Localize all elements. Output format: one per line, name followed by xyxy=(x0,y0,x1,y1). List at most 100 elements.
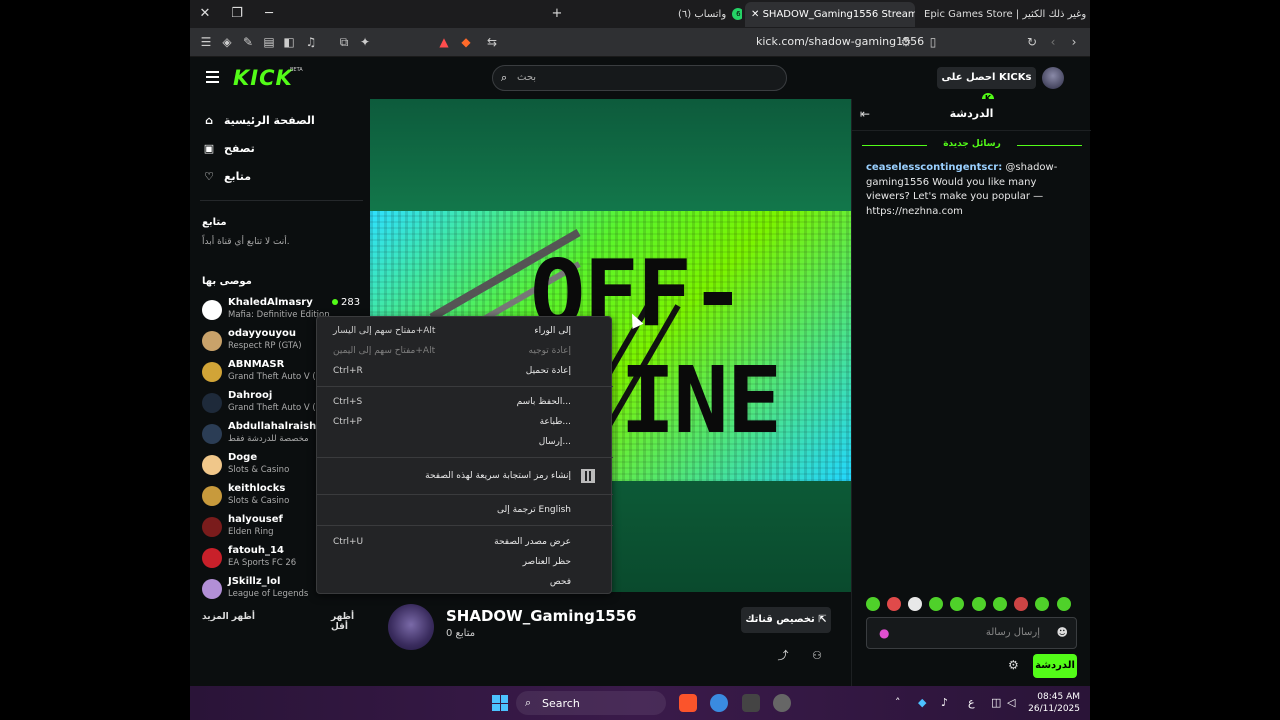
app-icon[interactable] xyxy=(710,694,728,712)
extensions-icon[interactable]: ✦ xyxy=(357,34,373,50)
emote-icon[interactable] xyxy=(993,597,1007,611)
user-avatar[interactable] xyxy=(1042,67,1064,89)
app-icon[interactable] xyxy=(773,694,791,712)
language-indicator[interactable]: ع xyxy=(968,696,975,709)
brave-browser-icon[interactable] xyxy=(679,694,697,712)
emote-bar xyxy=(866,597,1081,613)
back-arrow-icon[interactable]: ‹ xyxy=(1045,34,1061,50)
search-icon: ⌕ xyxy=(525,696,532,709)
windows-start-icon[interactable] xyxy=(492,695,508,711)
channel-avatar[interactable] xyxy=(388,604,434,650)
menu-item-reload[interactable]: إعادة تحميل Ctrl+R xyxy=(317,362,613,382)
menu-item-qr-code[interactable]: إنشاء رمز استجابة سريعة لهذه الصفحة xyxy=(317,467,613,487)
brave-shields-icon[interactable]: ◆ xyxy=(458,34,474,50)
tray-chevron-icon[interactable]: ˄ xyxy=(895,696,901,709)
new-tab-button[interactable]: + xyxy=(546,5,568,23)
recommended-heading: موصى بها xyxy=(202,276,252,287)
microphone-icon[interactable]: ● xyxy=(879,626,889,640)
channel-avatar xyxy=(202,579,222,599)
app-icon[interactable] xyxy=(742,694,760,712)
shield-icon[interactable]: ◈ xyxy=(219,34,235,50)
site-settings-icon[interactable]: ⚙ xyxy=(898,34,914,50)
live-dot-icon xyxy=(332,299,338,305)
tab-kick-stream[interactable]: ✕ SHADOW_Gaming1556 Stream - xyxy=(745,2,915,27)
share-icon[interactable]: ⤴ xyxy=(775,648,791,664)
reader-icon[interactable]: ▤ xyxy=(261,34,277,50)
close-tab-icon[interactable]: ✕ xyxy=(751,9,759,20)
wifi-icon[interactable]: ◫ xyxy=(991,696,1001,709)
emoji-icon[interactable]: ☻ xyxy=(1057,626,1068,639)
music-icon[interactable]: ♫ xyxy=(303,34,319,50)
bookmark-icon[interactable]: ▯ xyxy=(925,34,941,50)
emote-icon[interactable] xyxy=(950,597,964,611)
menu-item-label: حظر العناصر xyxy=(522,557,571,567)
nav-home[interactable]: ⌂ الصفحة الرئيسية xyxy=(202,111,315,131)
emote-icon[interactable] xyxy=(972,597,986,611)
restore-window-button[interactable]: ❐ xyxy=(226,5,248,23)
tab-whatsapp[interactable]: (٦) واتساب 6 xyxy=(672,2,742,27)
microphone-tray-icon[interactable]: ♪ xyxy=(941,696,948,709)
channel-name: fatouh_14 xyxy=(228,545,284,556)
search-input[interactable]: ⌕ بحث xyxy=(492,65,787,91)
menu-item-forward[interactable]: إعادة توجيه مفتاح سهم إلى اليمين+Alt xyxy=(317,342,613,362)
close-window-button[interactable]: ✕ xyxy=(194,5,216,23)
channel-name: KhaledAlmasry xyxy=(228,297,313,308)
menu-item-translate[interactable]: ترجمة إلى English xyxy=(317,501,613,521)
chat-username[interactable]: ceaselesscontingentscr: xyxy=(866,162,1002,173)
menu-item-save-as[interactable]: الحفظ باسم... Ctrl+S xyxy=(317,393,613,413)
site-header: KICK BETA ⌕ بحث احصل على KICKsK xyxy=(190,57,1090,105)
menu-item-block-elements[interactable]: حظر العناصر xyxy=(317,553,613,573)
menu-item-view-source[interactable]: عرض مصدر الصفحة Ctrl+U xyxy=(317,533,613,553)
channel-avatar xyxy=(202,455,222,475)
emote-icon[interactable] xyxy=(887,597,901,611)
emote-icon[interactable] xyxy=(1035,597,1049,611)
following-heading: متابع xyxy=(202,217,227,228)
minimize-window-button[interactable]: ─ xyxy=(258,5,280,23)
menu-item-back[interactable]: إلى الوراء مفتاح سهم إلى اليسار+Alt xyxy=(317,322,613,342)
network-tray-icon[interactable]: ◆ xyxy=(918,696,926,709)
channel-name: Doge xyxy=(228,452,258,463)
menu-item-send[interactable]: إرسال... xyxy=(317,433,613,453)
menu-item-shortcut: Ctrl+U xyxy=(333,537,364,547)
reload-icon[interactable]: ↻ xyxy=(1024,34,1040,50)
channel-avatar xyxy=(202,300,222,320)
emote-icon[interactable] xyxy=(929,597,943,611)
screenshot-icon[interactable]: ⧉ xyxy=(336,34,352,50)
menu-item-label: الحفظ باسم... xyxy=(516,397,571,407)
search-icon: ⌕ xyxy=(501,71,508,84)
forward-arrow-icon[interactable]: › xyxy=(1066,34,1082,50)
kick-logo[interactable]: KICK xyxy=(233,66,293,90)
nav-browse[interactable]: ▣ تصفح xyxy=(202,139,255,159)
menu-item-print[interactable]: طباعة... Ctrl+P xyxy=(317,413,613,433)
pin-icon[interactable]: ✎ xyxy=(240,34,256,50)
customize-channel-button[interactable]: تخصيص قناتك ⇱ xyxy=(741,607,831,633)
show-more-link[interactable]: أظهر المزيد xyxy=(202,612,255,622)
emote-icon[interactable] xyxy=(1057,597,1071,611)
menu-item-shortcut: Ctrl+S xyxy=(333,397,363,407)
menu-item-inspect[interactable]: فحص xyxy=(317,573,613,593)
show-less-link[interactable]: أظهر أقل xyxy=(331,612,370,632)
menu-icon[interactable]: ☰ xyxy=(198,34,214,50)
share-icon[interactable]: ⇆ xyxy=(484,34,500,50)
hamburger-menu-icon[interactable] xyxy=(206,71,219,83)
menu-item-label: فحص xyxy=(549,577,571,587)
follow-user-icon[interactable]: ⚇ xyxy=(809,648,825,664)
clock[interactable]: 08:45 AM 26/11/2025 xyxy=(1010,691,1080,715)
chat-settings-icon[interactable]: ⚙ xyxy=(1008,658,1019,672)
emote-icon[interactable] xyxy=(866,597,880,611)
channel-avatar xyxy=(202,424,222,444)
sidebar-icon[interactable]: ◧ xyxy=(281,34,297,50)
nav-following[interactable]: ♡ متابع xyxy=(202,167,251,187)
brave-rewards-icon[interactable]: ▲ xyxy=(436,34,452,50)
chat-send-button[interactable]: الدردشة xyxy=(1033,654,1077,678)
emote-icon[interactable] xyxy=(908,597,922,611)
menu-item-label: إرسال... xyxy=(538,437,571,447)
taskbar-search[interactable]: ⌕ Search xyxy=(516,691,666,715)
chat-message: ceaselesscontingentscr: @shadow-gaming15… xyxy=(866,161,1081,219)
tab-epic-games[interactable]: Epic Games Store | بل وغير ذلك الكثير xyxy=(918,2,1090,27)
emote-icon[interactable] xyxy=(1014,597,1028,611)
divider xyxy=(200,200,363,201)
get-kicks-button[interactable]: احصل على KICKsK xyxy=(937,67,1036,105)
taskbar-search-label: Search xyxy=(542,697,580,710)
chat-input[interactable]: ● إرسال رسالة ☻ xyxy=(866,617,1077,649)
